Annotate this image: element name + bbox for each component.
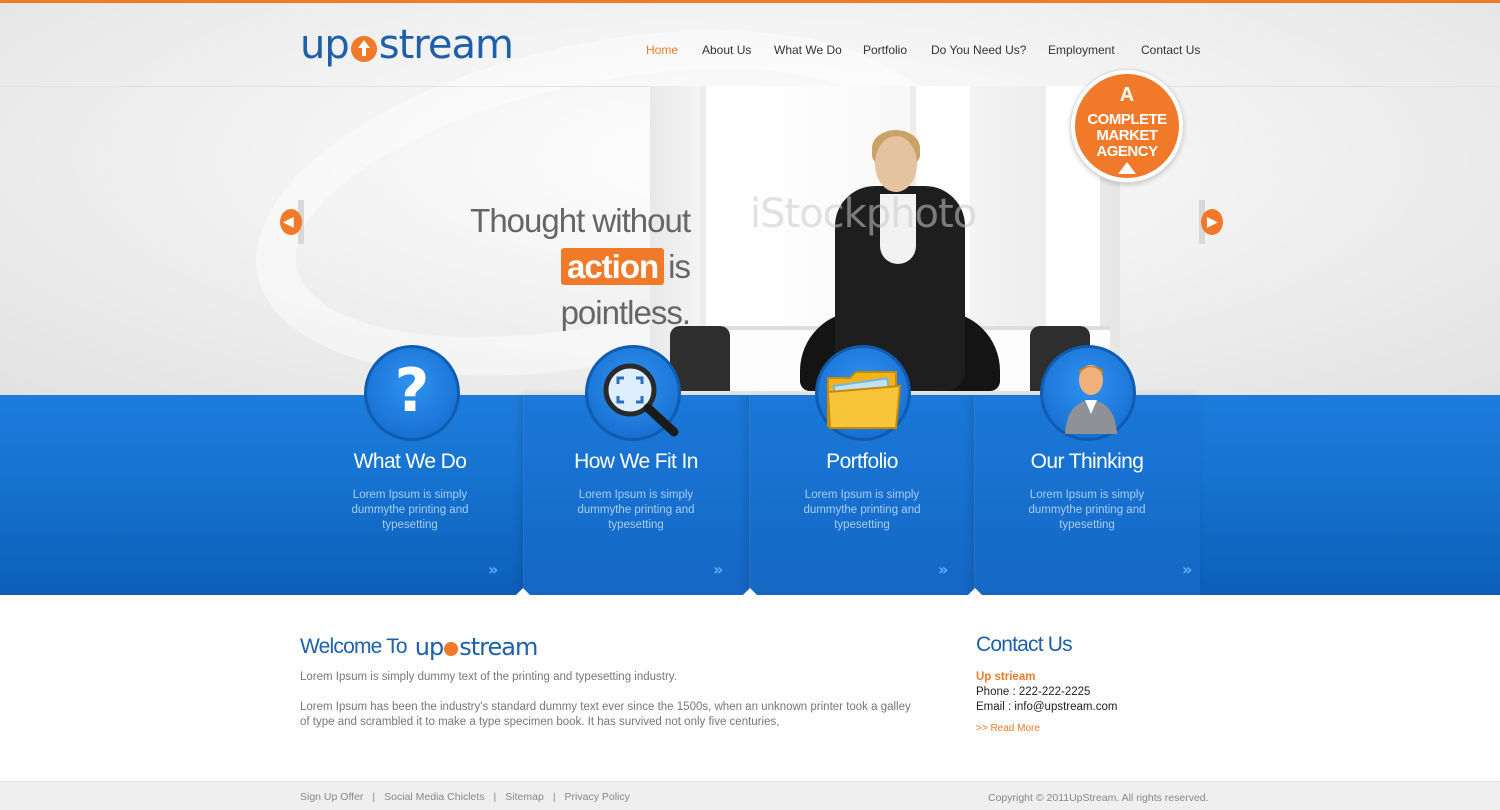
- panel-notch: [968, 588, 982, 595]
- feature-more-link[interactable]: »: [1182, 560, 1192, 579]
- feature-more-link[interactable]: »: [488, 560, 498, 579]
- folder-icon: [826, 371, 902, 429]
- chevron-right-icon: ▶: [1207, 214, 1218, 230]
- badge-letter: A: [1119, 84, 1135, 106]
- welcome-paragraph: Lorem Ipsum has been the industry's stan…: [300, 701, 911, 728]
- contact-title: Contact Us: [976, 633, 1073, 656]
- nav-what-we-do[interactable]: What We Do: [774, 43, 842, 57]
- feature-text: Lorem Ipsum is simply dummythe printing …: [351, 489, 469, 531]
- welcome-title: Welcome To: [300, 635, 408, 658]
- feature-more-link[interactable]: »: [938, 560, 948, 579]
- logo-arrow-icon: [444, 642, 459, 656]
- badge-line-complete: COMPLETE: [1087, 111, 1167, 128]
- slider-prev-button[interactable]: ◀: [280, 200, 304, 244]
- logo-text-up: up: [300, 22, 350, 68]
- slider-quote: Thought without action is pointless.: [430, 198, 691, 336]
- footer-link-social-media-chiclets[interactable]: Social Media Chiclets: [384, 791, 484, 803]
- content-area: [0, 595, 1500, 781]
- contact-phone: Phone : 222-222-2225: [976, 686, 1091, 698]
- photo-person-head: [875, 136, 917, 192]
- nav-employment[interactable]: Employment: [1048, 43, 1115, 57]
- question-mark-icon: ?: [394, 356, 430, 426]
- welcome-logo-stream: stream: [459, 633, 538, 661]
- contact-email: Email : info@upstream.com: [976, 701, 1118, 713]
- feature-text: Lorem Ipsum is simply dummythe printing …: [803, 489, 921, 531]
- logo-arrow-icon: [350, 36, 377, 62]
- footer-link-privacy-policy[interactable]: Privacy Policy: [565, 791, 630, 803]
- nav-contact-us[interactable]: Contact Us: [1141, 43, 1200, 57]
- agency-badge: A COMPLETE MARKET AGENCY: [1071, 70, 1183, 182]
- footer-separator: |: [552, 791, 556, 803]
- footer-link-sitemap[interactable]: Sitemap: [505, 791, 544, 803]
- welcome-logo: up stream: [414, 633, 539, 661]
- hero-photo: iStockphoto: [650, 86, 1120, 391]
- feature-title-portfolio[interactable]: Portfolio: [749, 450, 975, 474]
- contact-read-more-link[interactable]: >> Read More: [976, 723, 1040, 734]
- footer-link-sign-up-offer[interactable]: Sign Up Offer: [300, 791, 363, 803]
- welcome-paragraph: Lorem Ipsum is simply dummy text of the …: [300, 671, 677, 683]
- footer-separator: |: [372, 791, 376, 803]
- badge-text: COMPLETE MARKET AGENCY: [1075, 112, 1179, 160]
- footer: [0, 781, 1500, 810]
- nav-portfolio[interactable]: Portfolio: [863, 43, 907, 57]
- welcome-heading: Welcome To up stream: [300, 633, 539, 661]
- nav-home[interactable]: Home: [646, 43, 678, 57]
- feature-title-what-we-do[interactable]: What We Do: [297, 450, 523, 474]
- contact-company: Up strieam: [976, 671, 1036, 683]
- nav-about-us[interactable]: About Us: [702, 43, 751, 57]
- chevron-left-icon: ◀: [283, 214, 294, 230]
- quote-line2: action is pointless.: [430, 244, 691, 336]
- quote-highlight: action: [560, 248, 665, 285]
- panel-notch: [516, 588, 530, 595]
- feature-title-our-thinking[interactable]: Our Thinking: [974, 450, 1200, 474]
- footer-links: Sign Up Offer | Social Media Chiclets | …: [300, 791, 630, 803]
- quote-line1: Thought without: [470, 202, 691, 239]
- copyright-text: Copyright © 2011UpStream. All rights res…: [988, 792, 1209, 804]
- badge-line-market: MARKET: [1096, 127, 1158, 144]
- photo-watermark: iStockphoto: [750, 191, 977, 237]
- magnifier-icon: [603, 363, 679, 437]
- feature-more-link[interactable]: »: [713, 560, 723, 579]
- nav-do-you-need-us[interactable]: Do You Need Us?: [931, 43, 1026, 57]
- feature-title-how-we-fit-in[interactable]: How We Fit In: [523, 450, 749, 474]
- slider-next-button[interactable]: ▶: [1199, 200, 1223, 244]
- logo-text-stream: stream: [378, 22, 514, 68]
- user-icon: [1065, 365, 1117, 434]
- feature-text: Lorem Ipsum is simply dummythe printing …: [577, 489, 695, 531]
- site-logo[interactable]: up stream: [300, 20, 514, 70]
- arrow-up-icon: [1118, 162, 1136, 174]
- panel-notch: [743, 588, 757, 595]
- feature-text: Lorem Ipsum is simply dummythe printing …: [1028, 489, 1146, 531]
- footer-separator: |: [493, 791, 497, 803]
- badge-line-agency: AGENCY: [1096, 143, 1158, 160]
- welcome-logo-up: up: [414, 633, 444, 661]
